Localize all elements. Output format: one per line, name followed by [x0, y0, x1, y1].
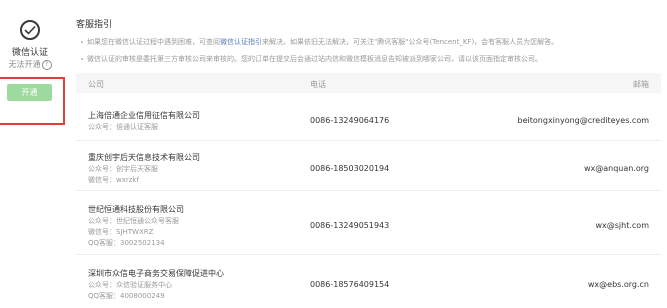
- header-company: 公司: [88, 80, 104, 89]
- company-name: 深圳市众信电子商务交易保障促进中心: [88, 269, 224, 278]
- company-meta: 公众号：倍通认证客服: [88, 123, 158, 131]
- table-row: 世纪恒通科技股份有限公司 公众号：世纪恒通公众号客服 微信号：SJHTWXRZ …: [76, 204, 661, 255]
- company-email: wx@ebs.org.cn: [587, 280, 649, 289]
- company-meta: 公众号：众信验证服务中心: [88, 281, 172, 289]
- guide-note-1: 如果您在微信认证过程中遇到困难，可查阅微信认证指引来解决。如果依旧无法解决，可关…: [81, 37, 558, 47]
- sidebar: 微信认证 无法开通? 开通: [0, 0, 76, 301]
- company-meta: 微信号：SJHTWXRZ: [88, 228, 154, 236]
- note-text: 来解决。如果依旧无法解决，可关注"腾讯客服"公众号(Tencent_KF)，会有…: [262, 38, 559, 46]
- table-row: 深圳市众信电子商务交易保障促进中心 公众号：众信验证服务中心 QQ客服：4008…: [76, 268, 661, 308]
- table-row: 上海倍通企业信用征信有限公司 公众号：倍通认证客服 0086-132490641…: [76, 110, 661, 141]
- bullet-icon: [81, 41, 83, 43]
- sidebar-status: 无法开通?: [4, 59, 56, 70]
- company-email: wx@anquan.org: [583, 164, 649, 173]
- table-row: 重庆创宇后天信息技术有限公司 公众号：创宇后天客服 微信号：wxrzkf 008…: [76, 152, 661, 191]
- guide-note-2: 微信认证的审核是委托第三方审核公司来审核的。您的订单在提交后会通过站内信和微信模…: [81, 54, 542, 64]
- company-phone: 0086-13249051943: [310, 221, 390, 230]
- sidebar-title: 微信认证: [11, 48, 48, 58]
- company-phone: 0086-13249064176: [310, 116, 390, 125]
- table-header: 公司 电话 邮箱: [76, 73, 661, 93]
- company-phone: 0086-18576409154: [310, 280, 390, 289]
- company-email: beitongxinyong@crediteyes.com: [517, 116, 649, 125]
- help-icon[interactable]: ?: [41, 59, 52, 70]
- note-text: 微信认证的审核是委托第三方审核公司来审核的。您的订单在提交后会通过站内信和微信模…: [87, 55, 542, 63]
- company-meta: QQ客服：4008000249: [88, 292, 165, 300]
- note-text: 如果您在微信认证过程中遇到困难，可查阅: [87, 38, 220, 46]
- guide-title: 客服指引: [76, 20, 113, 30]
- guide-link[interactable]: 微信认证指引: [220, 38, 262, 46]
- company-name: 上海倍通企业信用征信有限公司: [88, 111, 200, 120]
- bullet-icon: [81, 58, 83, 60]
- company-meta: QQ客服：3002502134: [88, 239, 165, 247]
- check-circle-icon: [20, 20, 40, 40]
- header-phone: 电话: [310, 80, 326, 89]
- company-meta: 微信号：wxrzkf: [88, 176, 139, 184]
- company-email: wx@sjht.com: [595, 221, 649, 230]
- company-name: 重庆创宇后天信息技术有限公司: [88, 153, 200, 162]
- company-name: 世纪恒通科技股份有限公司: [88, 205, 184, 214]
- company-meta: 公众号：世纪恒通公众号客服: [88, 217, 179, 225]
- company-meta: 公众号：创宇后天客服: [88, 165, 158, 173]
- open-button[interactable]: 开通: [7, 84, 52, 101]
- status-text: 无法开通: [8, 60, 41, 69]
- company-phone: 0086-18503020194: [310, 164, 390, 173]
- header-email: 邮箱: [633, 80, 649, 89]
